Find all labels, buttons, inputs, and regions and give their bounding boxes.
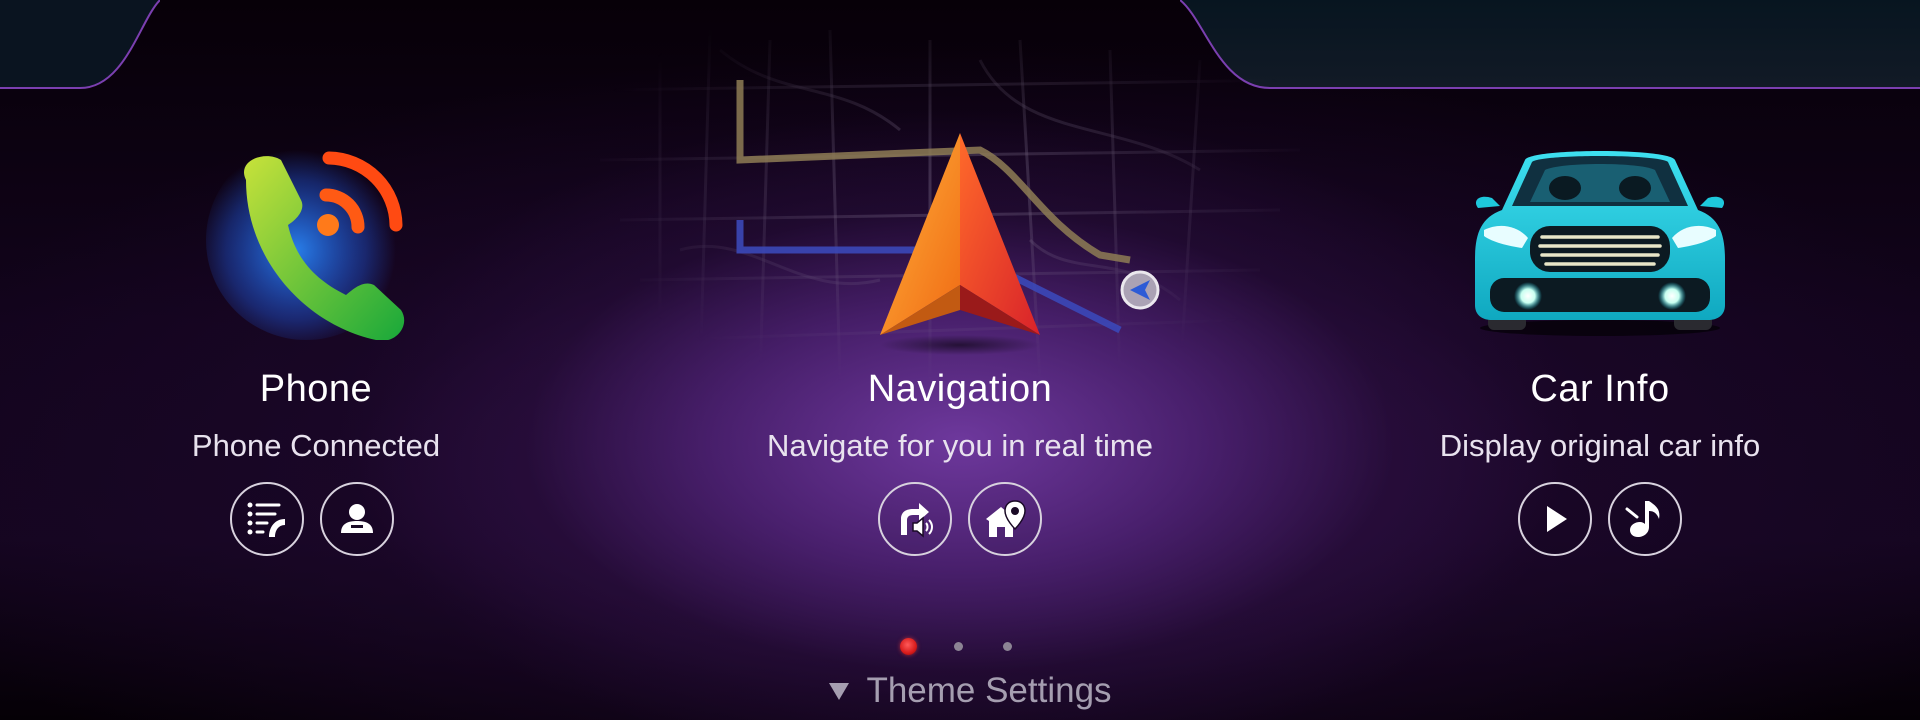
car-info-panel[interactable]: Car Info Display original car info — [1390, 0, 1810, 580]
home-screen: Phone Phone Connected Navigation Navigat… — [0, 0, 1920, 720]
car-icon — [1475, 151, 1725, 336]
navigation-arrow-icon — [880, 133, 1040, 355]
page-dot-3[interactable] — [1003, 642, 1012, 651]
phone-title: Phone — [259, 368, 373, 410]
call-log-button[interactable] — [230, 482, 304, 556]
page-indicator[interactable] — [900, 636, 1020, 656]
nav-home-button[interactable] — [968, 482, 1042, 556]
car-info-title: Car Info — [1530, 368, 1670, 410]
page-dot-1[interactable] — [900, 638, 917, 655]
contact-icon — [341, 504, 373, 533]
car-info-subtitle: Display original car info — [1439, 428, 1761, 463]
turn-voice-icon — [901, 503, 933, 538]
phone-status: Phone Connected — [191, 428, 441, 463]
music-button[interactable] — [1608, 482, 1682, 556]
phone-panel[interactable]: Phone Phone Connected — [106, 0, 526, 580]
theme-settings-label: Theme Settings — [866, 671, 1112, 710]
play-button[interactable] — [1518, 482, 1592, 556]
music-note-icon — [1625, 501, 1660, 537]
phone-wifi-icon — [206, 140, 406, 340]
play-icon — [1547, 506, 1567, 532]
contacts-button[interactable] — [320, 482, 394, 556]
navigation-panel[interactable]: Navigation Navigate for you in real time — [750, 0, 1170, 580]
page-dot-2[interactable] — [954, 642, 963, 651]
home-location-icon — [986, 500, 1026, 537]
theme-settings-button[interactable]: Theme Settings — [820, 668, 1120, 714]
triangle-down-icon — [829, 683, 850, 700]
nav-voice-button[interactable] — [878, 482, 952, 556]
call-log-icon — [247, 502, 285, 537]
navigation-title: Navigation — [867, 368, 1053, 410]
navigation-subtitle: Navigate for you in real time — [767, 428, 1153, 463]
